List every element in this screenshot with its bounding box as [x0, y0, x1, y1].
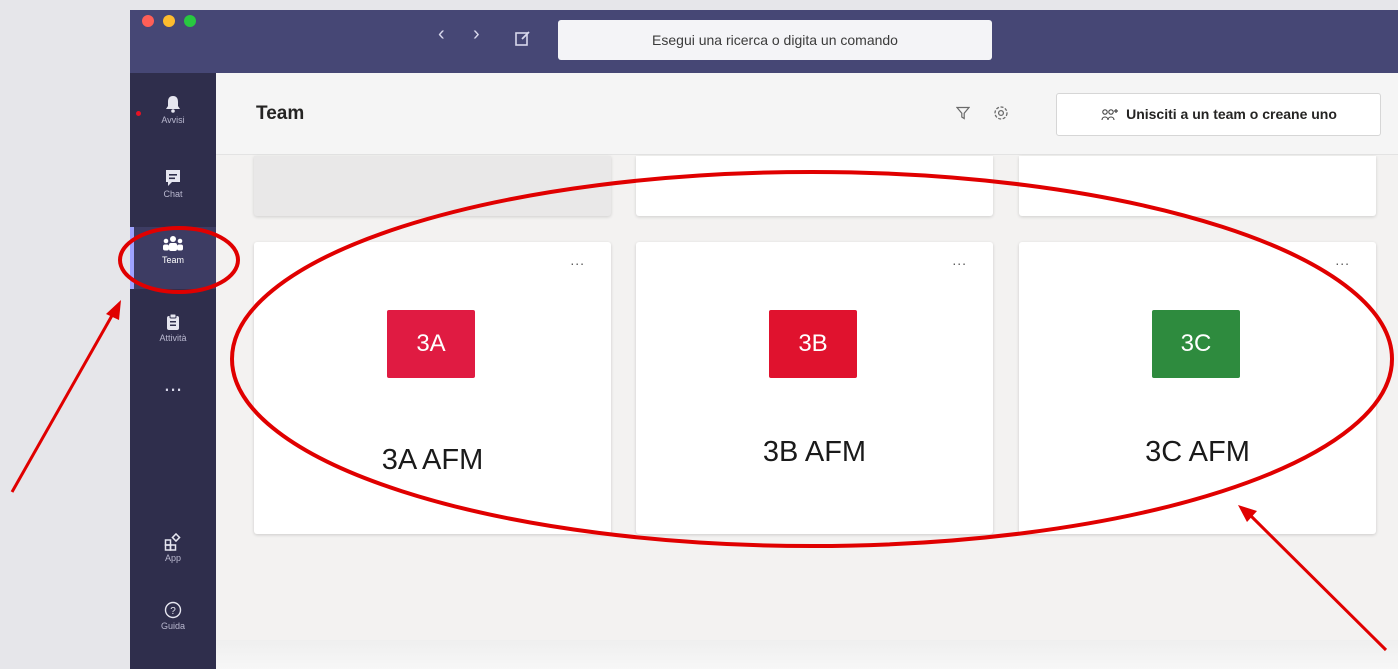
window-close-button[interactable] [142, 15, 154, 27]
team-card-partial[interactable] [636, 156, 993, 216]
window-minimize-button[interactable] [163, 15, 175, 27]
more-options-icon[interactable]: ... [570, 252, 585, 268]
bell-icon [166, 96, 180, 113]
chevron-left-icon[interactable]: ‹ [438, 24, 445, 44]
rail-item-avvisi[interactable]: Avvisi [130, 87, 216, 149]
teams-window: ‹ › Esegui una ricerca o digita un coman… [130, 10, 1398, 669]
annotation-arrow-left [10, 300, 121, 493]
search-input[interactable]: Esegui una ricerca o digita un comando [558, 20, 992, 60]
rail-label: App [164, 553, 181, 563]
rail-item-chat[interactable]: Chat [130, 161, 216, 223]
help-icon: ? [164, 601, 182, 619]
compose-icon[interactable] [514, 29, 532, 47]
chevron-right-icon[interactable]: › [473, 24, 480, 44]
team-avatar: 3A [387, 310, 475, 378]
team-card-partial[interactable] [254, 156, 611, 216]
team-name: 3B AFM [762, 436, 867, 468]
svg-text:?: ? [170, 606, 176, 617]
rail-label: Avvisi [161, 115, 185, 125]
team-name: 3C AFM [1145, 436, 1250, 468]
assignments-icon [167, 313, 179, 330]
team-card-3c[interactable]: ... 3C 3C AFM [1019, 242, 1376, 534]
chat-icon [166, 170, 180, 186]
bottom-strip [216, 640, 1398, 669]
team-card-3a[interactable]: ... 3A 3A AFM [254, 242, 611, 534]
team-name: 3A AFM [381, 444, 484, 476]
rail-label: Guida [160, 621, 186, 631]
notification-dot [136, 111, 141, 116]
window-maximize-button[interactable] [184, 15, 196, 27]
rail-item-attivita[interactable]: Attività [130, 305, 216, 367]
gear-icon[interactable] [992, 104, 1010, 122]
rail-more-button[interactable]: ... [130, 373, 216, 435]
teams-grid: ... 3A 3A AFM ... 3B 3B AFM ... 3C 3C AF… [216, 156, 1398, 669]
more-options-icon[interactable]: ... [1335, 252, 1350, 268]
title-bar: ‹ › Esegui una ricerca o digita un coman… [130, 10, 1398, 73]
team-icon [163, 236, 183, 251]
rail-label: Team [161, 255, 184, 265]
screenshot-stage: ‹ › Esegui una ricerca o digita un coman… [0, 0, 1398, 669]
join-button-label: Unisciti a un team o creane uno [1126, 106, 1337, 122]
apps-icon [164, 533, 181, 551]
team-card-3b[interactable]: ... 3B 3B AFM [636, 242, 993, 534]
team-card-partial[interactable] [1019, 156, 1376, 216]
page-header: Team Unisciti a un team o creane uno [216, 73, 1398, 155]
app-rail: Avvisi Chat Team Attività ... App ? Guid… [130, 73, 216, 669]
rail-item-guida[interactable]: ? Guida [130, 593, 216, 655]
more-options-icon[interactable]: ... [952, 252, 967, 268]
rail-item-team[interactable]: Team [130, 227, 216, 289]
join-or-create-team-button[interactable]: Unisciti a un team o creane uno [1056, 93, 1381, 136]
rail-label: Chat [163, 189, 183, 199]
team-avatar: 3C [1152, 310, 1240, 378]
rail-item-app[interactable]: App [130, 525, 216, 587]
page-title: Team [256, 103, 305, 124]
rail-label: Attività [159, 333, 187, 343]
add-team-icon [1101, 109, 1119, 121]
team-avatar: 3B [769, 310, 857, 378]
filter-icon[interactable] [956, 106, 970, 120]
